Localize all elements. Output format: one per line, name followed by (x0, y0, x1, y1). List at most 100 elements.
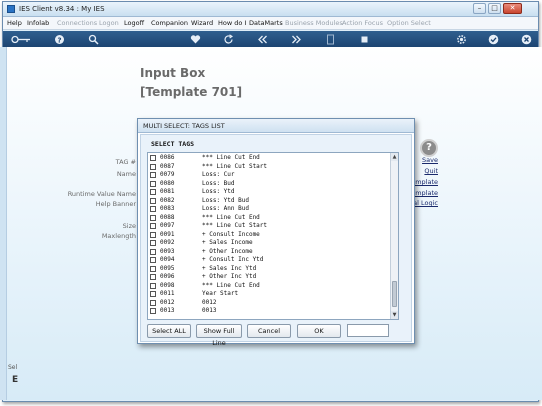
refresh-icon[interactable] (223, 34, 234, 45)
menu-datamarts[interactable]: DataMarts (249, 19, 283, 27)
ok-button[interactable]: OK (297, 324, 341, 338)
row-checkbox[interactable] (150, 214, 156, 221)
tags-list[interactable]: ▲ ▼ 0086 *** Line Cut End 0087 *** Line Cut… (147, 152, 399, 320)
minimize-button[interactable]: – (473, 3, 486, 14)
row-checkbox[interactable] (150, 231, 156, 238)
fast-forward-icon[interactable] (291, 34, 302, 45)
list-item[interactable]: 0011 Year Start (148, 290, 390, 298)
list-item[interactable]: 0091 + Consult Income (148, 231, 390, 239)
menu-connections[interactable]: Connections (57, 19, 97, 27)
row-checkbox[interactable] (150, 248, 156, 255)
list-item[interactable]: 0079 Loss: Cur (148, 171, 390, 179)
save-link[interactable]: Save (418, 156, 438, 164)
label-help-banner: Help Banner (95, 200, 136, 208)
search-icon[interactable] (88, 34, 99, 45)
row-checkbox[interactable] (150, 265, 156, 272)
gear-icon[interactable] (456, 34, 467, 45)
dialog-body: SELECT TAGS ▲ ▼ 0086 *** Line Cut End 0087… (140, 134, 412, 347)
list-item[interactable]: 0087 *** Line Cut Start (148, 163, 390, 171)
list-item[interactable]: 0093 + Other Income (148, 248, 390, 256)
heart-icon[interactable] (190, 34, 201, 45)
list-item[interactable]: 0097 *** Line Cut Start (148, 222, 390, 230)
scroll-thumb[interactable] (392, 281, 397, 307)
list-item[interactable]: 0095 + Sales Inc Ytd (148, 265, 390, 273)
row-code: 0012 (160, 298, 175, 306)
row-code: 0092 (160, 239, 175, 246)
row-checkbox[interactable] (150, 155, 156, 161)
rewind-icon[interactable] (257, 34, 268, 45)
document-icon[interactable] (325, 34, 336, 45)
close-window-button[interactable]: ✕ (503, 3, 522, 14)
quit-link[interactable]: Quit (418, 167, 438, 175)
row-description: + Other Inc Ytd (202, 273, 257, 280)
row-description: *** Line Cut Start (202, 222, 268, 229)
row-checkbox[interactable] (150, 240, 156, 246)
menu-wizard[interactable]: Wizard (191, 19, 213, 27)
row-checkbox[interactable] (150, 257, 156, 263)
scroll-down-arrow[interactable]: ▼ (391, 311, 398, 319)
select-all-button[interactable]: Select ALL (147, 324, 191, 338)
row-checkbox[interactable] (150, 282, 156, 289)
row-checkbox[interactable] (150, 308, 156, 314)
row-code: 0097 (160, 222, 175, 229)
list-item[interactable]: 0092 + Sales Income (148, 239, 390, 247)
row-checkbox[interactable] (150, 223, 156, 229)
menu-option-select[interactable]: Option Select (387, 19, 431, 27)
svg-text:?: ? (57, 36, 61, 44)
row-checkbox[interactable] (150, 299, 156, 306)
dialog-title: MULTI SELECT: TAGS LIST (138, 119, 414, 133)
row-code: 0083 (160, 205, 175, 212)
key-icon[interactable] (11, 34, 31, 45)
page-subtitle: [Template 701] (140, 85, 243, 99)
check-icon[interactable] (488, 34, 499, 45)
list-item[interactable]: 0080 Loss: Bud (148, 180, 390, 188)
list-item[interactable]: 0088 *** Line Cut End (148, 214, 390, 222)
scroll-up-arrow[interactable]: ▲ (391, 153, 398, 161)
help-icon[interactable]: ? (420, 139, 438, 157)
row-code: 0081 (160, 188, 175, 195)
label-maxlength: Maxlength (101, 232, 136, 240)
list-item[interactable]: 0013 0013 (148, 307, 390, 315)
maximize-button[interactable]: □ (488, 3, 501, 14)
list-item[interactable]: 0094 + Consult Inc Ytd (148, 256, 390, 264)
row-code: 0087 (160, 162, 175, 170)
dialog-input-field[interactable] (347, 324, 389, 337)
close-icon[interactable] (521, 34, 532, 45)
menu-infolab[interactable]: Infolab (27, 19, 49, 27)
row-description: 0012 (202, 298, 217, 306)
help-icon[interactable]: ? (54, 34, 65, 45)
list-item[interactable]: 0096 + Other Inc Ytd (148, 273, 390, 281)
show-full-line-button[interactable]: Show Full Line (196, 324, 242, 347)
title-bar: IES Client v8.34 : My IES – □ ✕ (3, 2, 538, 17)
menu-help[interactable]: Help (7, 19, 22, 27)
menu-logon[interactable]: Logon (99, 19, 119, 27)
row-checkbox[interactable] (150, 197, 156, 204)
list-item[interactable]: 0012 0012 (148, 299, 390, 307)
list-item[interactable]: 0098 *** Line Cut End (148, 282, 390, 290)
list-item[interactable]: 0081 Loss: Ytd (148, 188, 390, 196)
menu-logoff[interactable]: Logoff (124, 19, 144, 27)
row-checkbox[interactable] (150, 189, 156, 195)
stop-icon[interactable] (359, 34, 370, 45)
row-description: Loss: Ann Bud (202, 205, 249, 212)
row-checkbox[interactable] (150, 180, 156, 187)
dialog-heading: SELECT TAGS (151, 140, 195, 148)
list-item[interactable]: 0082 Loss: Ytd Bud (148, 197, 390, 205)
list-scrollbar[interactable]: ▲ ▼ (390, 153, 398, 319)
menu-how-do-i[interactable]: How do I (218, 19, 246, 27)
row-description: + Sales Income (202, 239, 253, 246)
cancel-button[interactable]: Cancel (247, 324, 291, 338)
menu-action-focus[interactable]: Action Focus (342, 19, 383, 27)
row-checkbox[interactable] (150, 206, 156, 212)
row-checkbox[interactable] (150, 291, 156, 297)
row-checkbox[interactable] (150, 163, 156, 170)
row-checkbox[interactable] (150, 274, 156, 280)
row-description: Loss: Cur (202, 171, 235, 178)
left-strip-label-e: E (12, 375, 19, 385)
list-item[interactable]: 0086 *** Line Cut End (148, 154, 390, 162)
menu-companion[interactable]: Companion (151, 19, 188, 27)
menu-business-modules[interactable]: Business Modules (285, 19, 343, 27)
list-item[interactable]: 0083 Loss: Ann Bud (148, 205, 390, 213)
row-checkbox[interactable] (150, 172, 156, 178)
toolbar: ? (3, 31, 538, 48)
